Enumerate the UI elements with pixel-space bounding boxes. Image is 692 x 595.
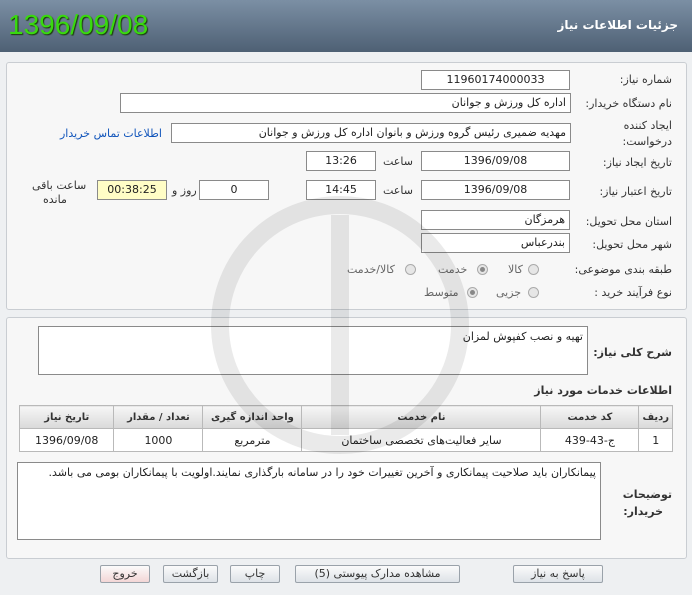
description-field: تهیه و نصب کفپوش لمزان: [38, 326, 588, 375]
exit-button[interactable]: خروج: [100, 565, 150, 583]
services-title: اطلاعات خدمات مورد نیاز: [534, 384, 672, 397]
category-label: طبقه بندی موضوعی:: [574, 263, 672, 276]
col-unit: واحد اندازه گیری: [202, 405, 303, 429]
category-service-label: خدمت: [438, 263, 468, 276]
category-goods-service-radio[interactable]: [405, 264, 416, 275]
category-goods-radio[interactable]: [528, 264, 539, 275]
valid-time-label: ساعت: [383, 184, 413, 197]
category-goods-label: کالا: [508, 263, 523, 276]
province-field: هرمزگان: [421, 210, 570, 230]
announce-date-field: 1396/09/08: [421, 151, 570, 171]
city-label: شهر محل تحویل:: [592, 238, 672, 251]
buyer-label: نام دستگاه خریدار:: [585, 97, 672, 110]
cell-row-number: 1: [638, 428, 673, 452]
days-label: روز و: [172, 184, 197, 197]
attachments-button[interactable]: مشاهده مدارک پیوستی (5): [295, 565, 460, 583]
process-label: نوع فرآیند خرید :: [594, 286, 672, 299]
cell-need-date: 1396/09/08: [18, 428, 115, 452]
remaining-time-field: 00:38:25: [97, 180, 167, 200]
table-row: 1 ج-43-439 سایر فعالیت‌های تخصصی ساختمان…: [18, 428, 673, 452]
description-label: شرح کلی نیاز:: [593, 346, 672, 359]
creator-label-line1: ایجاد کننده: [623, 119, 672, 132]
process-medium-radio[interactable]: [467, 287, 478, 298]
services-table: ردیف کد خدمت نام خدمت واحد اندازه گیری ت…: [18, 405, 673, 452]
notes-field: پیمانکاران باید صلاحیت پیمانکاری و آخرین…: [17, 462, 601, 540]
back-button[interactable]: بازگشت: [163, 565, 218, 583]
col-need-date: تاریخ نیاز: [18, 405, 115, 429]
process-medium-label: متوسط: [424, 286, 459, 299]
cell-quantity: 1000: [113, 428, 204, 452]
page-title: جزئیات اطلاعات نیاز: [557, 18, 678, 32]
announce-date-label: تاریخ ایجاد نیاز:: [602, 156, 672, 169]
remaining-days-field: 0: [199, 180, 269, 200]
valid-time-field: 14:45: [306, 180, 376, 200]
header-date: 1396/09/08: [8, 9, 149, 40]
creator-label-line2: درخواست:: [622, 135, 672, 148]
buyer-contact-link[interactable]: اطلاعات تماس خریدار: [60, 127, 162, 140]
category-goods-service-label: کالا/خدمت: [347, 263, 395, 276]
remaining-label-line2: مانده: [43, 193, 67, 206]
province-label: استان محل تحویل:: [585, 215, 672, 228]
need-number-label: شماره نیاز:: [619, 73, 672, 86]
col-service-code: کد خدمت: [540, 405, 640, 429]
category-service-radio[interactable]: [477, 264, 488, 275]
cell-service-code: ج-43-439: [540, 428, 640, 452]
valid-date-label: تاریخ اعتبار نیاز:: [599, 185, 672, 198]
notes-label-line2: خریدار:: [623, 505, 663, 518]
cell-service-name: سایر فعالیت‌های تخصصی ساختمان: [301, 428, 542, 452]
col-quantity: تعداد / مقدار: [113, 405, 204, 429]
page-header: 1396/09/08 جزئیات اطلاعات نیاز: [0, 0, 692, 52]
valid-date-field: 1396/09/08: [421, 180, 570, 200]
services-header-row: ردیف کد خدمت نام خدمت واحد اندازه گیری ت…: [18, 405, 673, 429]
remaining-label-line1: ساعت باقی: [32, 179, 87, 192]
creator-field: مهدیه ضمیری رئیس گروه ورزش و بانوان ادار…: [171, 123, 571, 143]
cell-unit: مترمربع: [202, 428, 303, 452]
notes-label-line1: توضیحات: [622, 488, 672, 501]
print-button[interactable]: چاپ: [230, 565, 280, 583]
col-service-name: نام خدمت: [301, 405, 542, 429]
process-minor-label: جزیی: [496, 286, 522, 299]
announce-time-field: 13:26: [306, 151, 376, 171]
buyer-field: اداره کل ورزش و جوانان: [120, 93, 571, 113]
announce-time-label: ساعت: [383, 155, 413, 168]
city-field: بندرعباس: [421, 233, 570, 253]
need-number-field: 1196017400003З: [421, 70, 570, 90]
reply-button[interactable]: پاسخ به نیاز: [513, 565, 603, 583]
process-minor-radio[interactable]: [528, 287, 539, 298]
col-row-number: ردیف: [638, 405, 673, 429]
